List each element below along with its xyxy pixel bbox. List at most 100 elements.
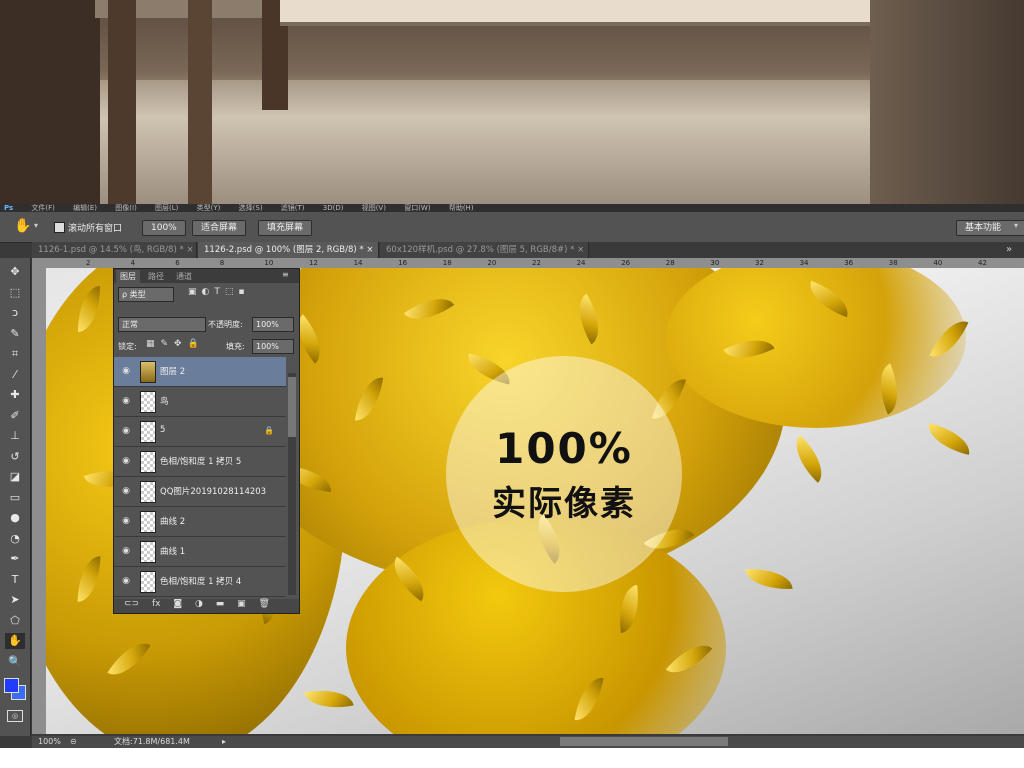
- new-layer-icon[interactable]: ▣: [237, 599, 246, 609]
- tab-label: 60x120样机.psd @ 27.8% (图层 5, RGB/8#) *: [386, 245, 575, 255]
- layer-row[interactable]: ◉ 图层 2: [114, 357, 286, 387]
- visibility-eye-icon[interactable]: ◉: [120, 426, 132, 436]
- hand-icon[interactable]: ✋: [14, 218, 31, 234]
- marquee-icon[interactable]: ⬚: [5, 285, 25, 301]
- horizontal-scrollbar-thumb[interactable]: [560, 737, 728, 746]
- tab-document-1[interactable]: 1126-1.psd @ 14.5% (鸟, RGB/8) * ×: [32, 242, 197, 258]
- dodge-icon[interactable]: ◔: [5, 531, 25, 547]
- layers-scrollbar[interactable]: [288, 373, 296, 595]
- zoom-level[interactable]: 100%: [38, 736, 61, 748]
- menu-item-window[interactable]: 窗口(W): [404, 204, 430, 212]
- zoom-100-button[interactable]: 100%: [142, 220, 186, 236]
- layer-row[interactable]: ◉ 曲线 2: [114, 507, 286, 537]
- mask-icon[interactable]: ◙: [173, 599, 182, 609]
- path-select-icon[interactable]: ➤: [5, 592, 25, 608]
- fill-screen-button[interactable]: 填充屏幕: [258, 220, 313, 236]
- crop-icon[interactable]: ⌗: [5, 346, 25, 362]
- move-icon[interactable]: ✥: [5, 264, 25, 280]
- ruler-tick-label: 32: [755, 259, 764, 267]
- visibility-eye-icon[interactable]: ◉: [120, 576, 132, 586]
- menu-item-edit[interactable]: 编辑(E): [73, 204, 97, 212]
- menu-item-3d[interactable]: 3D(D): [323, 204, 344, 212]
- pen-icon[interactable]: ✒: [5, 551, 25, 567]
- adjustment-icon[interactable]: ◑: [195, 599, 203, 609]
- tools-panel: ✥ ⬚ ↄ ✎ ⌗ ⁄ ✚ ✐ ⊥ ↺ ◪ ▭ ● ◔ ✒ T ➤ ⬠ ✋ 🔍 ◎: [0, 258, 31, 736]
- fit-screen-button[interactable]: 适合屏幕: [192, 220, 247, 236]
- gradient-icon[interactable]: ▭: [5, 490, 25, 506]
- chevron-down-icon[interactable]: ▾: [1014, 221, 1018, 230]
- filter-icons[interactable]: ▣◐T⬚▪: [188, 287, 249, 297]
- ruler-tick-label: 22: [532, 259, 541, 267]
- brush-icon[interactable]: ✐: [5, 408, 25, 424]
- menu-item-help[interactable]: 帮助(H): [449, 204, 474, 212]
- tab-paths[interactable]: 路径: [144, 270, 168, 283]
- layer-row[interactable]: ◉ 5 🔒: [114, 417, 286, 447]
- layer-row[interactable]: ◉ 色相/饱和度 1 拷贝 4: [114, 567, 286, 597]
- filter-kind-select[interactable]: ρ 类型: [118, 287, 174, 302]
- lasso-icon[interactable]: ↄ: [5, 305, 25, 321]
- folder-icon[interactable]: ▬: [216, 599, 225, 609]
- visibility-eye-icon[interactable]: ◉: [120, 546, 132, 556]
- menu-item-select[interactable]: 选择(S): [239, 204, 263, 212]
- leaf-shape: [304, 683, 354, 715]
- tab-channels[interactable]: 通道: [172, 270, 196, 283]
- chair-shape: [0, 0, 100, 204]
- ruler-tick-label: 24: [576, 259, 586, 267]
- chevron-right-icon[interactable]: ▸: [222, 736, 226, 748]
- chevron-down-icon[interactable]: ▾: [34, 221, 38, 230]
- ruler-tick-label: 18: [442, 259, 452, 267]
- eyedropper-icon[interactable]: ⁄: [5, 367, 25, 383]
- menu-item-layer[interactable]: 图层(L): [155, 204, 178, 212]
- overflow-icon[interactable]: »: [1006, 244, 1012, 255]
- zoom-icon[interactable]: 🔍: [5, 654, 25, 670]
- foreground-color-swatch[interactable]: [4, 678, 19, 693]
- layer-row[interactable]: ◉ 鸟: [114, 387, 286, 417]
- link-icon[interactable]: ⊂⊃: [124, 599, 139, 609]
- visibility-eye-icon[interactable]: ◉: [120, 366, 132, 376]
- trash-icon[interactable]: 🗑: [258, 599, 269, 609]
- preview-icon[interactable]: ⊝: [70, 736, 77, 748]
- layer-row[interactable]: ◉ 色相/饱和度 1 拷贝 5: [114, 447, 286, 477]
- shape-icon[interactable]: ⬠: [5, 613, 25, 629]
- visibility-eye-icon[interactable]: ◉: [120, 456, 132, 466]
- table-leg: [188, 0, 212, 204]
- lock-icons[interactable]: ▦✎✥🔒: [146, 339, 205, 349]
- document-tabs: 1126-1.psd @ 14.5% (鸟, RGB/8) * × 1126-2…: [32, 242, 1024, 258]
- ruler-tick-label: 26: [621, 259, 631, 267]
- blur-icon[interactable]: ●: [5, 510, 25, 526]
- tab-document-3[interactable]: 60x120样机.psd @ 27.8% (图层 5, RGB/8#) * ×: [380, 242, 589, 258]
- stamp-icon[interactable]: ⊥: [5, 428, 25, 444]
- menu-item-view[interactable]: 视图(V): [362, 204, 386, 212]
- tab-layers[interactable]: 图层: [116, 270, 140, 283]
- eraser-icon[interactable]: ◪: [5, 469, 25, 485]
- tab-document-2[interactable]: 1126-2.psd @ 100% (图层 2, RGB/8) * ×: [198, 242, 379, 258]
- close-icon[interactable]: ×: [186, 245, 193, 255]
- layer-row[interactable]: ◉ QQ图片20191028114203: [114, 477, 286, 507]
- leaf-shape: [784, 435, 834, 483]
- menu-item-filter[interactable]: 滤镜(T): [281, 204, 305, 212]
- background-photo: [0, 0, 1024, 204]
- menu-item-file[interactable]: 文件(F): [31, 204, 55, 212]
- opacity-input[interactable]: 100%: [252, 317, 294, 332]
- type-icon[interactable]: T: [5, 572, 25, 588]
- visibility-eye-icon[interactable]: ◉: [120, 516, 132, 526]
- quick-mask-icon[interactable]: ◎: [7, 710, 23, 722]
- quick-select-icon[interactable]: ✎: [5, 326, 25, 342]
- history-brush-icon[interactable]: ↺: [5, 449, 25, 465]
- close-icon[interactable]: ×: [577, 245, 584, 255]
- panel-menu-icon[interactable]: ≡: [282, 270, 289, 279]
- fill-input[interactable]: 100%: [252, 339, 294, 354]
- ruler-tick-label: 20: [487, 259, 497, 267]
- visibility-eye-icon[interactable]: ◉: [120, 486, 132, 496]
- blend-mode-select[interactable]: 正常: [118, 317, 206, 332]
- layer-row[interactable]: ◉ 曲线 1: [114, 537, 286, 567]
- visibility-eye-icon[interactable]: ◉: [120, 396, 132, 406]
- menu-item-image[interactable]: 图像(I): [115, 204, 137, 212]
- menu-item-type[interactable]: 类型(Y): [197, 204, 221, 212]
- fx-icon[interactable]: fx: [152, 599, 161, 609]
- hand-icon[interactable]: ✋: [5, 633, 25, 649]
- ruler-tick-label: 30: [710, 259, 720, 267]
- scroll-all-checkbox[interactable]: [54, 222, 65, 233]
- close-icon[interactable]: ×: [366, 245, 373, 255]
- healing-icon[interactable]: ✚: [5, 387, 25, 403]
